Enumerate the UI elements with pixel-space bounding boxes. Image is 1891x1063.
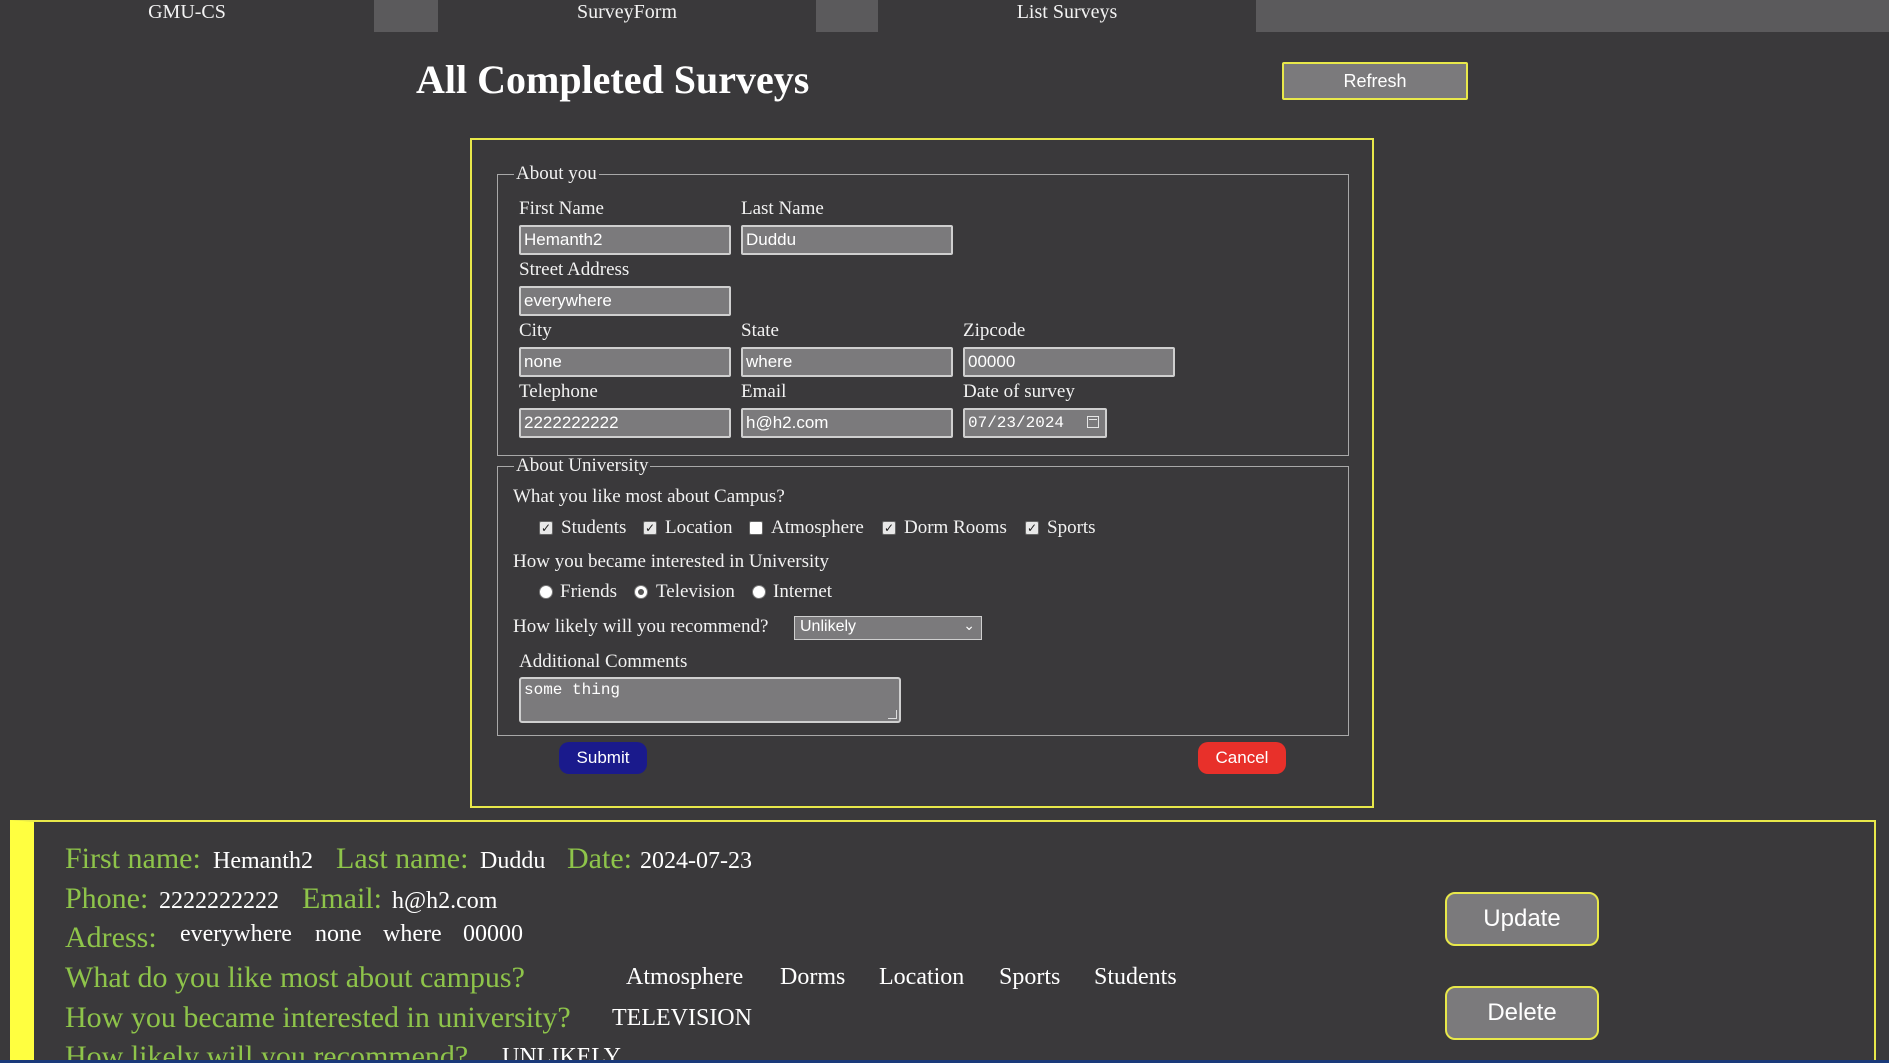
card-like-label: What do you like most about campus? [65,961,525,994]
page-title: All Completed Surveys [416,57,810,102]
checkbox-dorm-rooms[interactable]: ✓ [882,521,896,535]
update-button[interactable]: Update [1445,892,1599,946]
radio-internet-label: Internet [773,581,833,602]
card-address-zip: 00000 [463,921,523,947]
state-label: State [741,320,779,341]
card-last-name-value: Duddu [480,848,546,874]
comments-textarea[interactable]: some thing [519,677,901,723]
checkbox-sports-label: Sports [1047,517,1096,538]
page: GMU-CS SurveyForm List Surveys All Compl… [0,0,1889,1063]
card-like-sports: Sports [999,964,1061,990]
street-address-field[interactable] [519,286,731,316]
radio-friends-label: Friends [560,581,617,602]
interest-question: How you became interested in University [513,551,830,572]
radio-friends[interactable] [539,585,553,599]
card-first-name-label: First name: [65,842,201,875]
calendar-icon[interactable] [1087,416,1099,428]
card-email-label: Email: [302,882,382,915]
tab-gmu-cs[interactable]: GMU-CS [0,0,374,32]
card-like-atmosphere: Atmosphere [626,964,744,990]
card-address-city: none [315,921,362,947]
city-label: City [519,320,552,341]
radio-internet[interactable] [752,585,766,599]
card-phone-value: 2222222222 [159,888,279,914]
card-like-students: Students [1094,964,1177,990]
checkbox-sports[interactable]: ✓ [1025,521,1039,535]
cancel-button[interactable]: Cancel [1198,742,1286,774]
radio-television-label: Television [656,581,735,602]
last-name-label: Last Name [741,198,824,219]
comments-label: Additional Comments [519,651,688,672]
card-date-value: 2024-07-23 [640,848,752,874]
zipcode-field[interactable] [963,347,1175,377]
card-like-location: Location [879,964,965,990]
card-interest-label: How you became interested in university? [65,1001,571,1034]
card-like-dorms: Dorms [780,964,846,990]
card-phone-label: Phone: [65,882,149,915]
date-label: Date of survey [963,381,1075,402]
radio-television[interactable] [634,585,648,599]
tab-list-surveys[interactable]: List Surveys [878,0,1256,32]
email-label: Email [741,381,787,402]
first-name-field[interactable] [519,225,731,255]
telephone-label: Telephone [519,381,598,402]
card-address-street: everywhere [180,921,292,947]
city-field[interactable] [519,347,731,377]
about-university-legend: About University [516,455,649,476]
card-address-state: where [383,921,442,947]
submit-button[interactable]: Submit [559,742,647,774]
about-you-legend: About you [516,163,597,184]
card-email-value: h@h2.com [392,888,498,914]
card-last-name-label: Last name: [336,842,469,875]
card-date-label: Date: [567,842,632,875]
card-first-name-value: Hemanth2 [213,848,313,874]
checkbox-students-label: Students [561,517,627,538]
last-name-field[interactable] [741,225,953,255]
email-field[interactable] [741,408,953,438]
recommend-select-value: Unlikely [800,618,857,635]
card-interest-value: TELEVISION [612,1005,752,1031]
date-field[interactable] [963,408,1107,438]
like-question: What you like most about Campus? [513,486,785,507]
checkbox-students[interactable]: ✓ [539,521,553,535]
card-address-label: Adress: [65,921,157,954]
refresh-button[interactable]: Refresh [1282,62,1468,100]
chevron-down-icon: ⌄ [963,617,975,633]
state-field[interactable] [741,347,953,377]
checkbox-dorm-rooms-label: Dorm Rooms [904,517,1007,538]
resize-grip-icon[interactable] [888,710,897,719]
checkbox-atmosphere-label: Atmosphere [771,517,864,538]
recommend-question: How likely will you recommend? [513,616,769,637]
delete-button[interactable]: Delete [1445,986,1599,1040]
first-name-label: First Name [519,198,604,219]
tab-survey-form[interactable]: SurveyForm [438,0,816,32]
tab-bar: GMU-CS SurveyForm List Surveys [0,0,1889,32]
checkbox-location-label: Location [665,517,733,538]
street-address-label: Street Address [519,259,630,280]
zipcode-label: Zipcode [963,320,1026,341]
recommend-select[interactable]: Unlikely ⌄ [794,616,982,640]
checkbox-location[interactable]: ✓ [643,521,657,535]
checkbox-atmosphere[interactable] [749,521,763,535]
telephone-field[interactable] [519,408,731,438]
